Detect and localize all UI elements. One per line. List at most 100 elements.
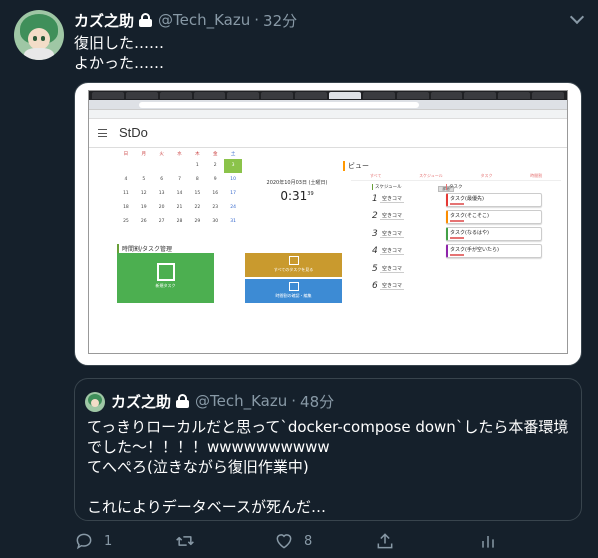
quoted-text-line: てっきりローカルだと思って`docker-compose down`したら本番環… — [87, 418, 569, 436]
calendar-day: 4 — [124, 177, 128, 182]
author-name[interactable]: カズ之助 — [74, 10, 134, 31]
calendar-day: 22 — [194, 205, 201, 210]
app-title: StDo — [119, 125, 148, 140]
view-tab: タスク — [480, 173, 493, 178]
calendar-day: 30 — [212, 219, 219, 224]
calendar-day: 18 — [123, 205, 129, 210]
schedule-list: スケジュール 1 空きコマ 2 空きコマ 3 空きコマ 4 空きコマ 5 空きコマ 6 空きコマ — [372, 184, 452, 295]
share-icon — [377, 533, 393, 549]
chevron-down-icon[interactable] — [569, 9, 585, 25]
tweet-text-line: 復旧した…… — [74, 34, 165, 52]
quoted-text-line: てへぺろ(泣きながら復旧作業中) — [87, 458, 309, 476]
calendar-day: 21 — [176, 205, 183, 210]
calendar-week: 1 2 3 — [117, 159, 243, 173]
clock-time: 0:3139 — [280, 189, 314, 203]
calendar-day: 13 — [158, 191, 165, 196]
retweet-button[interactable] — [174, 530, 206, 552]
calendar-day: 24 — [230, 205, 236, 210]
calendar-day: 12 — [140, 191, 147, 196]
schedule-row: 2 空きコマ — [372, 208, 452, 226]
view-tab: 時間割 — [530, 173, 543, 178]
calendar-day — [153, 159, 171, 173]
list-icon — [288, 256, 299, 265]
period-number: 2 — [372, 211, 378, 222]
tweet[interactable]: カズ之助 @Tech_Kazu · 32分 復旧した…… よかった…… StDo… — [0, 0, 598, 558]
share-button[interactable] — [375, 530, 395, 552]
calendar-day — [171, 159, 189, 173]
calendar-day: 31 — [230, 219, 236, 224]
analytics-button[interactable] — [478, 530, 498, 552]
schedule-row: 4 空きコマ — [372, 243, 452, 261]
view-tabs: すべて スケジュール タスク 時間割 — [351, 173, 561, 181]
calendar-week: 18 19 20 21 22 23 24 — [117, 201, 242, 215]
schedule-row: 3 空きコマ — [372, 225, 452, 243]
task-list: タスク タスク(最優先) タスク(そこそこ) タスク(なるはや) タスク(手が空いたら… — [446, 184, 542, 258]
calendar-day: 17 — [230, 191, 236, 196]
separator-dot: · — [254, 11, 260, 29]
reply-button[interactable]: 1 — [74, 530, 112, 552]
calendar-day: 5 — [142, 177, 146, 182]
tweet-text: 復旧した…… よかった…… — [74, 33, 164, 73]
calendar-day: 7 — [178, 177, 181, 182]
period-number: 5 — [372, 263, 378, 274]
like-button[interactable]: 8 — [274, 530, 312, 552]
view-title: ビュー — [343, 161, 369, 171]
calendar-day: 15 — [194, 191, 201, 196]
period-label: 空きコマ — [380, 230, 405, 238]
separator-dot: · — [291, 392, 297, 410]
tweet-actions: 1 8 — [74, 530, 514, 552]
calendar-day: 25 — [123, 219, 129, 224]
period-label: 空きコマ — [380, 213, 405, 221]
period-label: 空きコマ — [380, 248, 405, 256]
author-avatar[interactable] — [14, 10, 64, 60]
task-card: タスク(最優先) — [446, 193, 542, 207]
task-priority-bar — [450, 220, 464, 222]
calendar-weekday: 土 — [230, 152, 236, 157]
view-tab: スケジュール — [419, 173, 443, 178]
period-number: 4 — [372, 246, 378, 257]
calendar: 日月火水木金土 1 2 3 4 5 6 7 8 9 10 11 12 13 14 15 16 17 18 19 20 2… — [117, 151, 243, 229]
calendar-day: 1 — [195, 163, 199, 168]
task-card: タスク(そこそこ) — [446, 210, 542, 224]
task-priority-bar — [450, 254, 464, 256]
period-number: 1 — [372, 193, 378, 204]
tweet-timestamp[interactable]: 32分 — [263, 10, 297, 31]
view-tab: すべて — [369, 173, 382, 178]
calendar-day: 3 — [224, 159, 243, 173]
calendar-day: 6 — [160, 177, 164, 182]
schedule-row: 1 空きコマ — [372, 190, 452, 208]
clock-date: 2020年10月03日 (土曜日) — [266, 180, 328, 186]
all-tasks-tile: すべてのタスクを見る — [245, 253, 342, 277]
calendar-day: 19 — [140, 205, 147, 210]
task-priority-bar — [450, 237, 464, 239]
quoted-text-line: これによりデータベースが死んだ… — [87, 498, 326, 516]
period-label: 空きコマ — [380, 195, 405, 203]
tweet-header: カズ之助 @Tech_Kazu · 32分 — [74, 10, 297, 30]
reply-icon — [76, 533, 92, 550]
calendar-day: 10 — [230, 177, 236, 182]
heart-icon — [276, 534, 292, 549]
retweet-icon — [176, 536, 194, 546]
quoted-tweet[interactable]: カズ之助 @Tech_Kazu · 48分 てっきりローカルだと思って`dock… — [74, 378, 582, 521]
calendar-weekday: 月 — [141, 152, 147, 157]
monitor-icon — [288, 282, 299, 291]
task-priority-bar — [450, 203, 464, 205]
calendar-day — [117, 159, 135, 173]
clock: 2020年10月03日 (土曜日) 0:3139 — [257, 179, 337, 203]
calendar-day: 8 — [195, 177, 199, 182]
quoted-author-name: カズ之助 — [111, 392, 172, 411]
quoted-timestamp: 48分 — [300, 392, 335, 411]
calendar-day: 20 — [158, 205, 165, 210]
calendar-day: 26 — [140, 219, 147, 224]
tweet-media-image[interactable]: StDo 日月火水木金土 1 2 3 4 5 6 7 8 9 10 11 12 13 14 15 16 17 18… — [74, 82, 582, 366]
app-header: StDo — [89, 120, 567, 148]
calendar-day: 9 — [213, 177, 217, 182]
calendar-day: 27 — [158, 219, 165, 224]
calendar-weekday: 木 — [195, 152, 200, 157]
calendar-weekday: 金 — [212, 152, 218, 157]
calendar-day: 16 — [212, 191, 219, 196]
author-handle[interactable]: @Tech_Kazu — [158, 11, 250, 29]
reply-count: 1 — [104, 533, 113, 549]
calendar-day: 14 — [176, 191, 183, 196]
calendar-day: 28 — [176, 219, 183, 224]
